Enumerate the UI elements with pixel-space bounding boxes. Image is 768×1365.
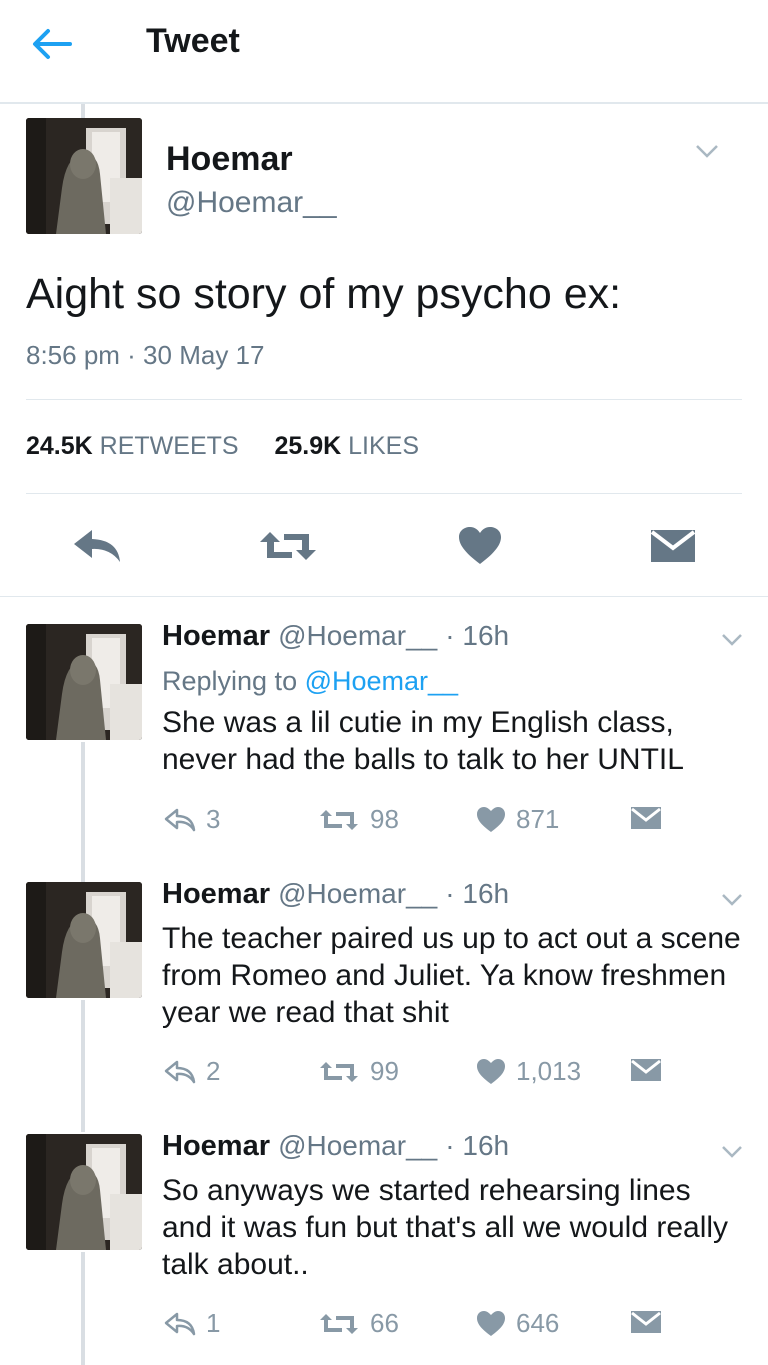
author-name[interactable]: Hoemar <box>166 140 293 179</box>
envelope-icon <box>631 1311 661 1333</box>
reply-time: · 16h <box>445 620 510 651</box>
thread-line <box>81 742 85 882</box>
author-name[interactable]: Hoemar <box>162 620 270 652</box>
replying-prefix: Replying to <box>162 666 305 696</box>
reply-text: The teacher paired us up to act out a sc… <box>162 922 741 1029</box>
like-button[interactable]: 871 <box>476 804 559 835</box>
reply-icon <box>164 1312 196 1335</box>
author-name[interactable]: Hoemar <box>162 878 270 910</box>
reply-text: So anyways we started rehearsing lines a… <box>162 1174 729 1281</box>
message-button[interactable] <box>650 528 696 569</box>
heart-icon <box>477 1058 505 1084</box>
chevron-down-icon[interactable] <box>720 632 744 653</box>
message-button[interactable] <box>630 1058 662 1082</box>
retweet-icon <box>260 532 316 560</box>
author-name[interactable]: Hoemar <box>162 1130 270 1162</box>
replying-to: Replying to @Hoemar__ <box>162 666 458 697</box>
top-bar: Tweet <box>0 0 768 104</box>
retweet-count: 98 <box>370 804 399 834</box>
thread-line-top <box>81 104 85 118</box>
retweet-button[interactable]: 98 <box>318 804 399 835</box>
like-button[interactable]: 646 <box>476 1308 559 1339</box>
reply-icon <box>74 530 120 562</box>
author-handle[interactable]: @Hoemar__ <box>278 878 437 909</box>
avatar[interactable] <box>26 624 142 740</box>
reply-author[interactable]: Hoemar @Hoemar__ · 16h <box>162 878 509 911</box>
retweet-count: 66 <box>370 1308 399 1338</box>
retweet-count: 99 <box>370 1056 399 1086</box>
replying-mention[interactable]: @Hoemar__ <box>305 666 458 696</box>
chevron-down-icon[interactable] <box>720 1144 744 1165</box>
page-title: Tweet <box>146 22 240 60</box>
retweet-button[interactable]: 66 <box>318 1308 399 1339</box>
reply-count: 2 <box>206 1056 221 1086</box>
author-handle[interactable]: @Hoemar__ <box>278 1130 437 1161</box>
reply-icon <box>164 808 196 831</box>
reply-button[interactable]: 1 <box>164 1308 220 1339</box>
retweet-icon <box>320 1313 358 1334</box>
likes-count[interactable]: 25.9K <box>274 432 341 460</box>
author-handle[interactable]: @Hoemar__ <box>278 620 437 651</box>
reply-author[interactable]: Hoemar @Hoemar__ · 16h <box>162 1130 509 1163</box>
reply-count: 3 <box>206 804 221 834</box>
avatar[interactable] <box>26 118 142 234</box>
reply-count: 1 <box>206 1308 221 1338</box>
message-button[interactable] <box>630 806 662 830</box>
envelope-icon <box>650 530 696 562</box>
retweets-count[interactable]: 24.5K <box>26 432 93 460</box>
reply-icon <box>164 1060 196 1083</box>
reply-button[interactable] <box>72 528 124 569</box>
divider <box>26 493 742 494</box>
reply-text: She was a lil cutie in my English class,… <box>162 706 684 776</box>
chevron-down-icon[interactable] <box>694 142 720 165</box>
divider <box>0 596 768 597</box>
reply-time: · 16h <box>445 1130 510 1161</box>
like-count: 646 <box>516 1308 560 1338</box>
author-handle[interactable]: @Hoemar__ <box>166 186 337 220</box>
like-count: 871 <box>516 804 560 834</box>
thread-line <box>81 1252 85 1365</box>
back-arrow-icon[interactable] <box>30 26 74 62</box>
heart-icon <box>477 806 505 832</box>
avatar[interactable] <box>26 1134 142 1250</box>
retweet-icon <box>320 1061 358 1082</box>
heart-icon <box>459 527 501 564</box>
envelope-icon <box>631 807 661 829</box>
avatar[interactable] <box>26 882 142 998</box>
chevron-down-icon[interactable] <box>720 892 744 913</box>
reply-author[interactable]: Hoemar @Hoemar__ · 16h <box>162 620 509 653</box>
retweet-icon <box>320 809 358 830</box>
likes-label[interactable]: LIKES <box>348 432 419 460</box>
like-button[interactable] <box>458 526 502 571</box>
divider <box>26 399 742 400</box>
reply-button[interactable]: 3 <box>164 804 220 835</box>
retweet-button[interactable] <box>258 528 318 569</box>
message-button[interactable] <box>630 1310 662 1334</box>
like-count: 1,013 <box>516 1056 582 1086</box>
envelope-icon <box>631 1059 661 1081</box>
retweet-button[interactable]: 99 <box>318 1056 399 1087</box>
tweet-text: Aight so story of my psycho ex: <box>26 270 622 318</box>
retweets-label[interactable]: RETWEETS <box>100 432 239 460</box>
like-button[interactable]: 1,013 <box>476 1056 581 1087</box>
reply-button[interactable]: 2 <box>164 1056 220 1087</box>
reply-time: · 16h <box>445 878 510 909</box>
engagement-stats: 24.5K RETWEETS 25.9K LIKES <box>26 432 419 461</box>
heart-icon <box>477 1310 505 1336</box>
thread-line <box>81 1000 85 1132</box>
tweet-timestamp: 8:56 pm · 30 May 17 <box>26 340 265 370</box>
